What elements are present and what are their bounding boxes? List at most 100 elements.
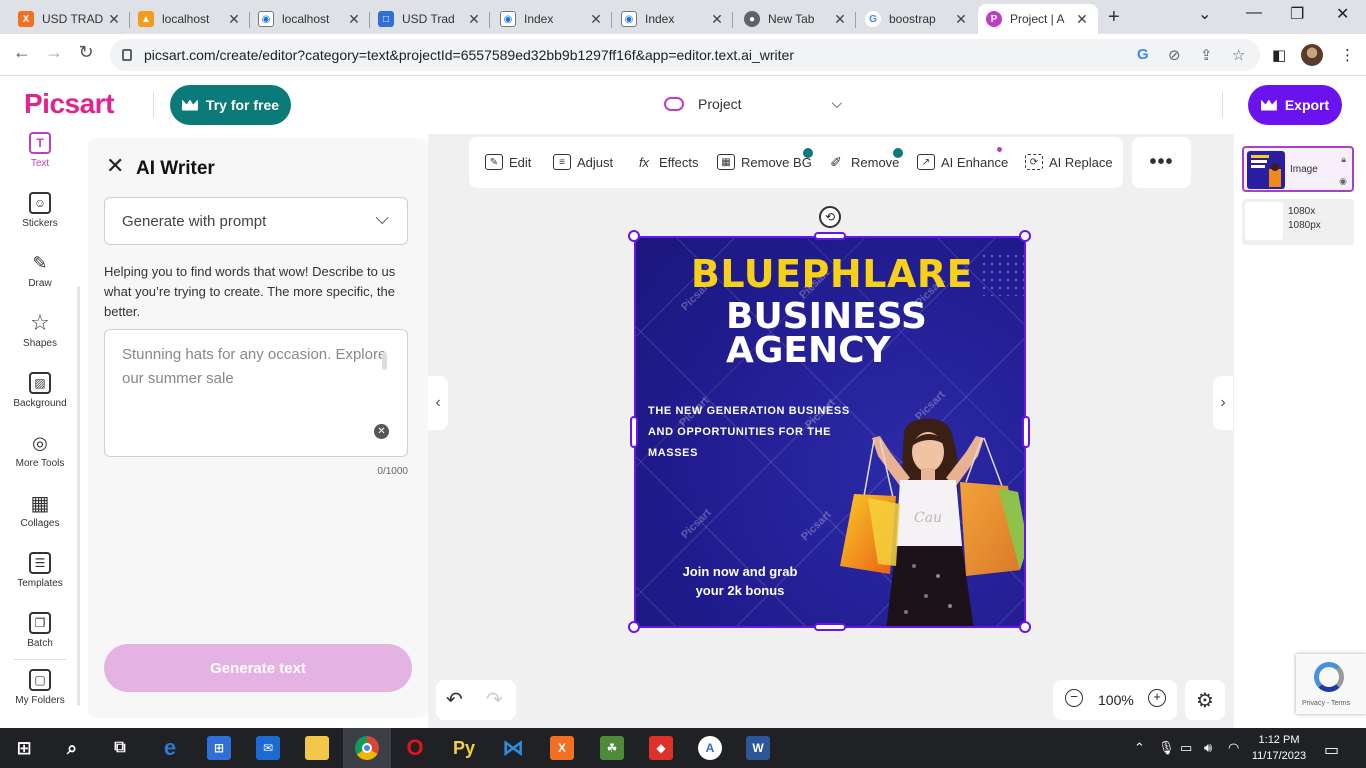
remove-button[interactable]: ✐ Remove [827,154,899,170]
tab-search-icon[interactable]: ⌄ [1198,4,1211,24]
app-icon[interactable]: ☘ [600,736,624,760]
mode-select[interactable]: Generate with prompt ⌵ [104,197,408,245]
chrome-menu-icon[interactable]: ⋮ [1340,46,1355,64]
resize-handle[interactable] [1019,230,1031,242]
rail-item-draw[interactable]: ✎ Draw [0,252,80,290]
redo-icon[interactable]: ↷ [486,687,503,712]
eye-icon[interactable]: ◉ [1339,176,1347,187]
app-store-icon[interactable]: A [698,736,722,760]
rail-scrollbar[interactable] [77,286,80,706]
back-icon[interactable]: ← [10,42,34,63]
xampp-icon[interactable]: X [550,736,574,760]
close-tab-icon[interactable]: ✕ [588,11,604,28]
close-tab-icon[interactable]: ✕ [1074,11,1090,28]
close-tab-icon[interactable]: ✕ [953,11,969,28]
close-tab-icon[interactable]: ✕ [832,11,848,28]
windows-start-icon[interactable]: ⊞ [12,736,36,760]
resize-handle[interactable] [814,623,846,631]
python-icon[interactable]: Py [452,736,476,760]
resize-handle[interactable] [628,230,640,242]
bookmark-star-icon[interactable]: ☆ [1232,46,1245,64]
layer-item-background[interactable]: 1080x 1080px [1242,199,1354,245]
generate-text-button[interactable]: Generate text [104,644,412,692]
rail-item-more-tools[interactable]: ◎ More Tools [0,432,80,470]
more-options-button[interactable]: ••• [1132,137,1191,188]
share-icon[interactable]: ⇪ [1200,46,1213,64]
resize-handle[interactable] [630,416,638,448]
clear-icon[interactable]: ✕ [374,424,389,439]
zoom-level[interactable]: 100% [1098,692,1134,708]
edge-icon[interactable]: e [158,735,182,760]
ai-enhance-button[interactable]: ↗ AI Enhance [917,154,1008,170]
prompt-textarea[interactable]: Stunning hats for any occasion. Explore … [104,329,408,457]
close-icon[interactable]: ✕ [106,155,124,177]
browser-tab[interactable]: X USD TRAD ✕ [10,4,130,34]
side-panel-icon[interactable]: ◧ [1272,46,1286,64]
volume-icon[interactable]: 🔊︎ [1204,740,1212,756]
wifi-icon[interactable]: ◠ [1228,740,1239,756]
close-tab-icon[interactable]: ✕ [466,11,482,28]
effects-button[interactable]: fx Effects [635,154,699,170]
artboard-image[interactable]: Picsart Picsart Picsart Picsart Picsart … [634,236,1026,628]
opera-icon[interactable]: O [403,735,427,760]
close-tab-icon[interactable]: ✕ [106,11,122,28]
zoom-in-icon[interactable]: + [1148,689,1166,707]
browser-tab[interactable]: ◉ Index ✕ [492,4,612,34]
task-view-icon[interactable]: ⧉ [108,736,132,760]
close-window-button[interactable]: ✕ [1336,4,1349,24]
minimize-button[interactable]: — [1246,4,1262,22]
adjust-button[interactable]: ≡ Adjust [553,154,613,170]
rail-item-text[interactable]: T Text [0,132,80,169]
resize-handle[interactable] [814,232,846,240]
zoom-out-icon[interactable]: − [1065,689,1083,707]
chrome-icon[interactable] [355,736,379,760]
reload-icon[interactable]: ↻ [74,42,98,63]
browser-tab[interactable]: ◉ Index ✕ [613,4,733,34]
rail-item-stickers[interactable]: ☺ Stickers [0,192,80,229]
layer-item-image[interactable]: Image 🔒︎ ◉ [1242,146,1354,192]
browser-tab-active[interactable]: P Project | A ✕ [978,4,1098,34]
remove-bg-button[interactable]: ▦ Remove BG [717,154,812,170]
microphone-icon[interactable]: 🎙︎ [1158,740,1175,756]
undo-icon[interactable]: ↶ [446,687,463,712]
resize-handle[interactable] [1022,416,1030,448]
browser-tab[interactable]: □ USD Trad ✕ [370,4,490,34]
collapse-left-panel-button[interactable]: ‹ [428,376,448,430]
vscode-icon[interactable]: ⋈ [501,735,525,760]
notifications-icon[interactable]: ▭ [1324,740,1339,760]
browser-tab[interactable]: ▲ localhost ✕ [130,4,250,34]
profile-avatar[interactable] [1301,44,1323,66]
file-explorer-icon[interactable] [305,736,329,760]
settings-gear-icon[interactable]: ⚙ [1185,680,1225,720]
ai-replace-button[interactable]: ⟳ AI Replace [1025,154,1113,170]
url-field[interactable]: picsart.com/create/editor?category=text&… [110,39,1260,71]
resize-handle[interactable] [628,621,640,633]
picsart-logo[interactable]: Picsart [24,88,114,120]
rail-item-batch[interactable]: ❐ Batch [0,612,80,649]
recaptcha-badge[interactable]: Privacy - Terms [1296,654,1366,714]
browser-tab[interactable]: G boostrap ✕ [857,4,977,34]
browser-tab[interactable]: ◉ localhost ✕ [250,4,370,34]
resize-handle[interactable] [1019,621,1031,633]
forward-icon[interactable]: → [42,42,66,63]
rail-item-shapes[interactable]: ☆ Shapes [0,310,80,349]
close-tab-icon[interactable]: ✕ [709,11,725,28]
close-tab-icon[interactable]: ✕ [226,11,242,28]
rail-item-templates[interactable]: ☰ Templates [0,552,80,589]
rail-item-collages[interactable]: ▦ Collages [0,492,80,530]
store-icon[interactable]: ⊞ [207,736,231,760]
textarea-scrollbar[interactable] [382,352,387,370]
try-for-free-button[interactable]: Try for free [170,85,291,125]
rail-item-background[interactable]: ▨ Background [0,372,80,409]
tray-chevron-icon[interactable]: ⌃ [1134,740,1145,756]
close-tab-icon[interactable]: ✕ [346,11,362,28]
edit-button[interactable]: ✎ Edit [485,154,531,170]
export-button[interactable]: Export [1248,85,1342,125]
maximize-button[interactable]: ❐ [1290,4,1304,24]
search-icon[interactable]: ⌕ [60,736,84,760]
taskbar-clock[interactable]: 1:12 PM 11/17/2023 [1246,732,1312,764]
mail-icon[interactable]: ✉ [256,736,280,760]
new-tab-button[interactable]: + [1108,6,1120,29]
lock-icon[interactable]: 🔒︎ [1341,154,1346,165]
word-icon[interactable]: W [746,736,770,760]
